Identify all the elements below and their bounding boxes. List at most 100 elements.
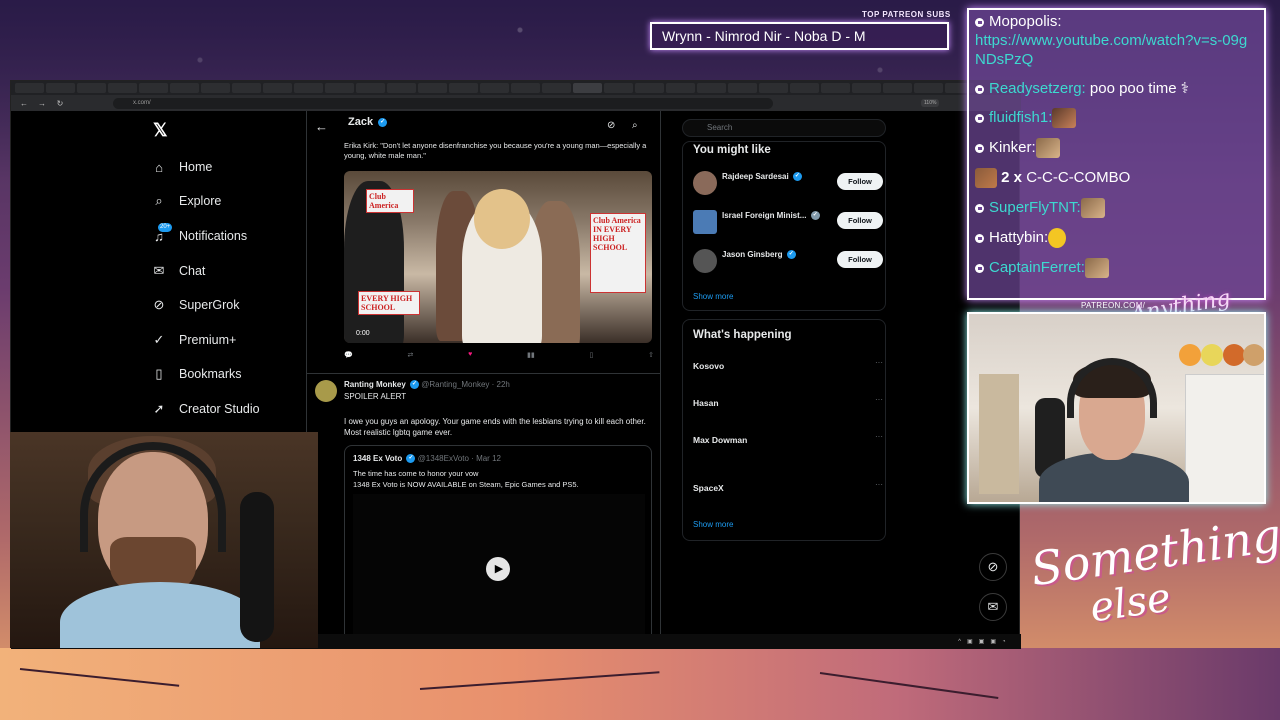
avatar[interactable] <box>315 380 337 402</box>
profile-name-text: Zack <box>348 116 374 128</box>
trend-name: SpaceX <box>693 483 724 493</box>
tray-app-icon[interactable]: ▣ <box>967 638 973 645</box>
trend-item[interactable]: Max Dowman ··· <box>693 432 883 447</box>
sidebar-item-premium[interactable]: ✓ Premium+ <box>151 329 237 351</box>
show-more-link[interactable]: Show more <box>693 292 733 301</box>
forward-nav-icon[interactable]: → <box>37 99 47 108</box>
suggestion-item[interactable]: Rajdeep Sardesai ✓ Follow <box>693 169 883 199</box>
views-button[interactable]: ▮▮ <box>527 351 535 359</box>
grok-icon[interactable]: ⊘ <box>979 553 1007 581</box>
trend-item[interactable]: SpaceX ··· <box>693 480 883 493</box>
browser-tab[interactable] <box>573 83 602 93</box>
chat-username: SuperFlyTNT: <box>989 199 1081 217</box>
browser-tab[interactable] <box>387 83 416 93</box>
more-icon[interactable]: ··· <box>875 395 883 404</box>
browser-tab[interactable] <box>201 83 230 93</box>
browser-tab[interactable] <box>790 83 819 93</box>
browser-tab[interactable] <box>325 83 354 93</box>
avatar <box>693 171 717 195</box>
address-bar[interactable]: x.com/ <box>113 97 773 109</box>
browser-tab[interactable] <box>697 83 726 93</box>
show-more-link[interactable]: Show more <box>693 520 733 529</box>
browser-tab[interactable] <box>604 83 633 93</box>
sidebar-item-explore[interactable]: ⌕ Explore <box>151 190 221 212</box>
system-clock[interactable] <box>1012 639 1013 645</box>
browser-tab[interactable] <box>449 83 478 93</box>
tray-chevron-icon[interactable]: ^ <box>958 639 961 645</box>
sidebar-item-home[interactable]: ⌂ Home <box>151 156 212 178</box>
browser-tab[interactable] <box>542 83 571 93</box>
cam-figure <box>1243 344 1264 366</box>
browser-tab[interactable] <box>46 83 75 93</box>
search-input[interactable]: Search <box>682 119 886 137</box>
chat-link[interactable]: https://www.youtube.com/watch?v=s-09gNDs… <box>975 32 1247 68</box>
browser-tab[interactable] <box>666 83 695 93</box>
repost-button[interactable]: ⇄ <box>407 351 413 359</box>
browser-tab[interactable] <box>108 83 137 93</box>
browser-tab[interactable] <box>294 83 323 93</box>
quoted-author-handle: @1348ExVoto · Mar 12 <box>417 454 501 463</box>
more-icon[interactable]: ··· <box>875 432 883 441</box>
play-icon[interactable]: ▶ <box>486 557 510 581</box>
sidebar-item-supergrok[interactable]: ⊘ SuperGrok <box>151 294 240 316</box>
browser-tab[interactable] <box>821 83 850 93</box>
back-nav-icon[interactable]: ← <box>19 99 29 108</box>
suggestion-item[interactable]: Israel Foreign Minist... ✓ Follow <box>693 208 883 238</box>
patreon-subs-label: TOP PATREON SUBS <box>862 10 951 19</box>
suggestion-item[interactable]: Jason Ginsberg ✓ Follow <box>693 247 883 277</box>
search-icon[interactable]: ⌕ <box>632 120 638 131</box>
browser-tab[interactable] <box>170 83 199 93</box>
mail-icon: ✉ <box>153 263 165 278</box>
sidebar-item-notifications[interactable]: ♫ 20+ Notifications <box>151 223 247 247</box>
grok-icon[interactable]: ⊘ <box>607 120 615 131</box>
follow-button[interactable]: Follow <box>837 212 883 229</box>
post-video[interactable]: Club America Club America IN EVERY HIGH … <box>344 171 652 343</box>
like-button[interactable]: ♥ <box>468 351 472 359</box>
browser-tab[interactable] <box>263 83 292 93</box>
follow-button[interactable]: Follow <box>837 251 883 268</box>
browser-tab[interactable] <box>914 83 943 93</box>
network-icon[interactable]: ◔ <box>1002 639 1006 645</box>
bookmark-post-icon[interactable]: ▯ <box>589 351 593 359</box>
sidebar-item-creator-studio[interactable]: ➚ Creator Studio <box>151 398 260 420</box>
quoted-post[interactable]: 1348 Ex Voto ✓ @1348ExVoto · Mar 12 The … <box>344 445 652 645</box>
card-title: You might like <box>693 144 771 156</box>
sidebar-item-label: Bookmarks <box>179 367 242 381</box>
more-icon[interactable]: ··· <box>875 358 883 367</box>
x-logo-icon[interactable]: 𝕏 <box>153 121 171 139</box>
browser-tab[interactable] <box>418 83 447 93</box>
browser-tab[interactable] <box>232 83 261 93</box>
sidebar-item-chat[interactable]: ✉ Chat <box>151 260 206 282</box>
post-spoiler: SPOILER ALERT <box>344 392 407 401</box>
tray-app-icon[interactable]: ▣ <box>990 638 996 645</box>
streamer-webcam <box>10 432 318 648</box>
follow-button[interactable]: Follow <box>837 173 883 190</box>
browser-tab[interactable] <box>759 83 788 93</box>
browser-tab[interactable] <box>15 83 44 93</box>
browser-tab[interactable] <box>852 83 881 93</box>
sidebar-item-bookmarks[interactable]: ▯ Bookmarks <box>151 363 242 385</box>
avatar <box>693 249 717 273</box>
trend-item[interactable]: Hasan ··· <box>693 395 883 408</box>
chat-message: Hattybin: <box>975 228 1258 249</box>
mail-icon[interactable]: ✉ <box>979 593 1007 621</box>
zoom-level[interactable]: 110% <box>921 99 940 107</box>
browser-tab[interactable] <box>480 83 509 93</box>
browser-tab[interactable] <box>635 83 664 93</box>
browser-tab[interactable] <box>77 83 106 93</box>
quoted-video[interactable]: ▶ <box>353 494 645 642</box>
post-author[interactable]: Ranting Monkey ✓ @Ranting_Monkey · 22h <box>344 380 510 390</box>
browser-tab[interactable] <box>728 83 757 93</box>
chat-message: CaptainFerret: <box>975 258 1258 279</box>
browser-tab[interactable] <box>139 83 168 93</box>
browser-tab[interactable] <box>511 83 540 93</box>
reply-button[interactable]: 💬 <box>344 351 353 359</box>
back-arrow-icon[interactable]: ← <box>315 119 328 134</box>
browser-tab[interactable] <box>356 83 385 93</box>
tray-app-icon[interactable]: ▣ <box>979 638 985 645</box>
reload-icon[interactable]: ↻ <box>55 99 65 108</box>
share-icon[interactable]: ⇧ <box>648 351 654 359</box>
more-icon[interactable]: ··· <box>875 480 883 489</box>
browser-tab[interactable] <box>883 83 912 93</box>
trend-item[interactable]: Kosovo ··· <box>693 358 883 371</box>
